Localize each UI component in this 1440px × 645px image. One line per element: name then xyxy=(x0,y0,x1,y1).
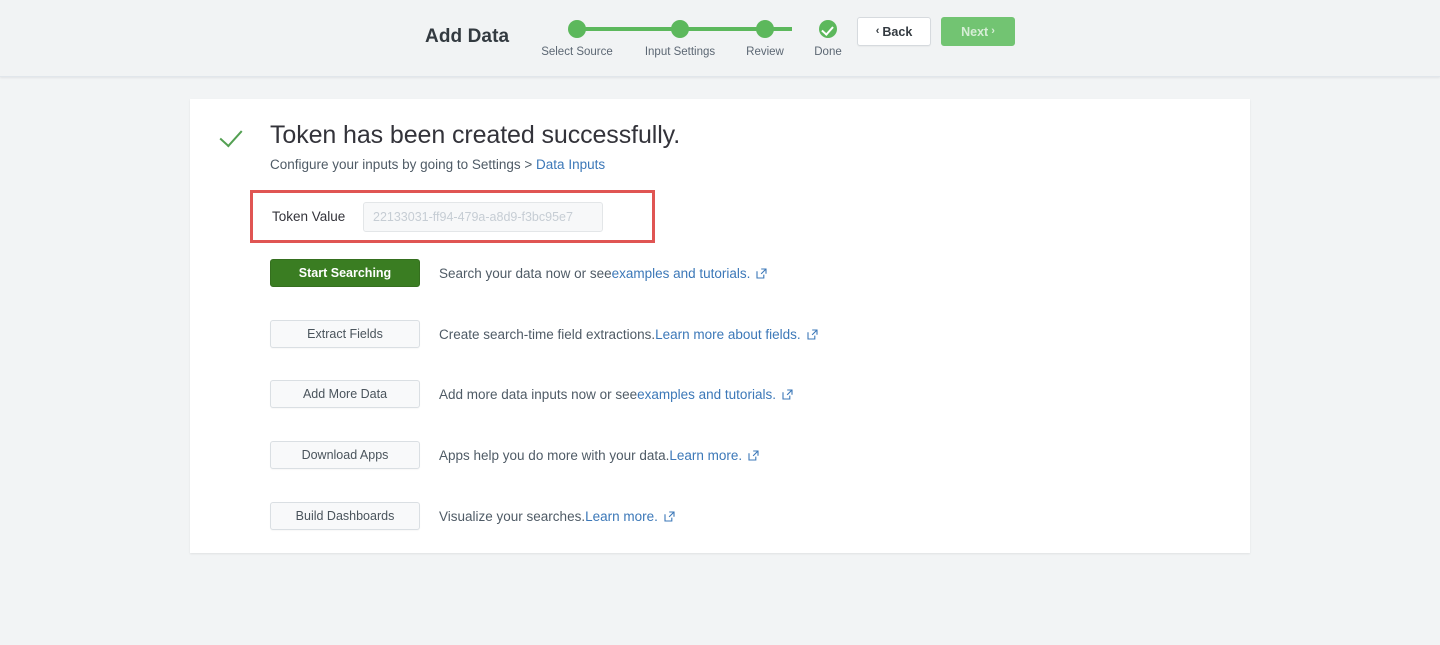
external-link-icon[interactable] xyxy=(782,389,793,400)
step-dot-check-icon xyxy=(819,20,837,38)
stepper-step-done[interactable]: Done xyxy=(788,18,868,58)
next-button[interactable]: Next › xyxy=(941,17,1015,46)
page-header: Add Data Select Source Input Settings Re… xyxy=(0,0,1440,77)
external-link-icon[interactable] xyxy=(664,511,675,522)
check-icon xyxy=(221,123,247,149)
action-description: Apps help you do more with your data. Le… xyxy=(439,448,759,463)
examples-and-tutorials-link[interactable]: examples and tutorials. xyxy=(612,266,751,281)
stepper-step-label: Input Settings xyxy=(640,46,720,58)
action-description-text: Create search-time field extractions. xyxy=(439,327,655,342)
action-row-extract-fields: Extract Fields Create search-time field … xyxy=(270,320,818,348)
action-description-text: Search your data now or see xyxy=(439,266,612,281)
stepper-step-label: Done xyxy=(788,46,868,58)
action-description: Create search-time field extractions. Le… xyxy=(439,327,818,342)
step-dot-icon xyxy=(671,20,689,38)
download-apps-button[interactable]: Download Apps xyxy=(270,441,420,469)
stepper-step-input-settings[interactable]: Input Settings xyxy=(640,18,720,58)
wizard-nav-buttons: ‹ Back Next › xyxy=(857,17,1015,46)
external-link-icon[interactable] xyxy=(756,268,767,279)
action-row-download-apps: Download Apps Apps help you do more with… xyxy=(270,441,759,469)
page-title: Add Data xyxy=(425,26,509,48)
step-dot-icon xyxy=(756,20,774,38)
success-card: Token has been created successfully. Con… xyxy=(190,99,1250,553)
success-subtitle: Configure your inputs by going to Settin… xyxy=(270,157,605,172)
success-title: Token has been created successfully. xyxy=(270,121,680,150)
action-description-text: Visualize your searches. xyxy=(439,509,585,524)
token-value-input[interactable] xyxy=(363,202,603,232)
step-dot-icon xyxy=(568,20,586,38)
chevron-left-icon: ‹ xyxy=(876,26,880,37)
stepper-step-label: Select Source xyxy=(537,46,617,58)
learn-more-link[interactable]: Learn more. xyxy=(669,448,742,463)
back-button-label: Back xyxy=(882,25,912,39)
action-description-text: Apps help you do more with your data. xyxy=(439,448,669,463)
progress-stepper: Select Source Input Settings Review Done xyxy=(540,18,850,68)
stepper-step-select-source[interactable]: Select Source xyxy=(537,18,617,58)
action-description: Visualize your searches. Learn more. xyxy=(439,509,675,524)
token-value-highlight-box: Token Value xyxy=(250,190,655,243)
examples-and-tutorials-link[interactable]: examples and tutorials. xyxy=(637,387,776,402)
action-row-build-dashboards: Build Dashboards Visualize your searches… xyxy=(270,502,675,530)
add-more-data-button[interactable]: Add More Data xyxy=(270,380,420,408)
subtitle-text: Configure your inputs by going to Settin… xyxy=(270,157,536,172)
action-row-start-searching: Start Searching Search your data now or … xyxy=(270,259,767,287)
start-searching-button[interactable]: Start Searching xyxy=(270,259,420,287)
external-link-icon[interactable] xyxy=(748,450,759,461)
action-row-add-more-data: Add More Data Add more data inputs now o… xyxy=(270,380,793,408)
learn-more-about-fields-link[interactable]: Learn more about fields. xyxy=(655,327,801,342)
external-link-icon[interactable] xyxy=(807,329,818,340)
action-description: Add more data inputs now or see examples… xyxy=(439,387,793,402)
token-value-label: Token Value xyxy=(272,209,345,224)
data-inputs-link[interactable]: Data Inputs xyxy=(536,157,605,172)
action-description: Search your data now or see examples and… xyxy=(439,266,767,281)
chevron-right-icon: › xyxy=(991,26,995,37)
next-button-label: Next xyxy=(961,25,988,39)
action-description-text: Add more data inputs now or see xyxy=(439,387,637,402)
build-dashboards-button[interactable]: Build Dashboards xyxy=(270,502,420,530)
learn-more-link[interactable]: Learn more. xyxy=(585,509,658,524)
extract-fields-button[interactable]: Extract Fields xyxy=(270,320,420,348)
back-button[interactable]: ‹ Back xyxy=(857,17,931,46)
